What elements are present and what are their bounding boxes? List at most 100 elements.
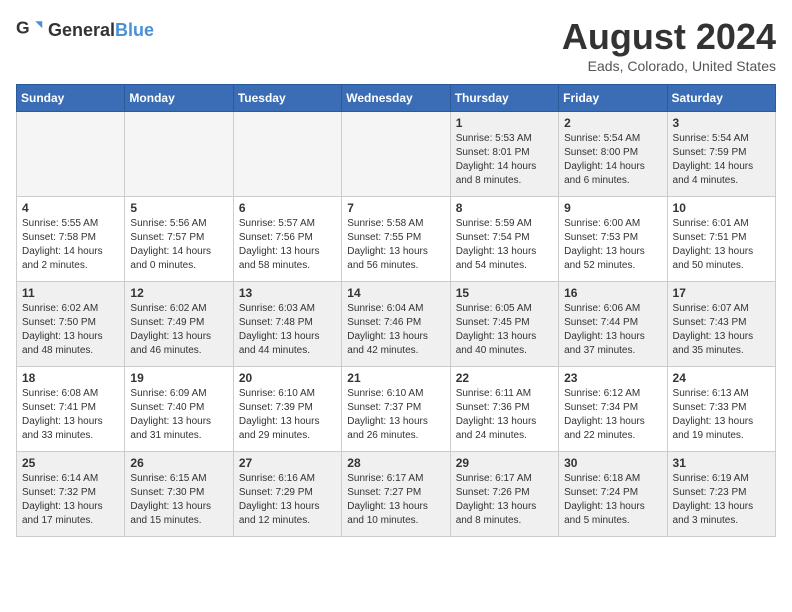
calendar-week-row: 25 Sunrise: 6:14 AM Sunset: 7:32 PM Dayli… <box>17 452 776 537</box>
day-number: 31 <box>673 456 770 470</box>
day-info: Sunrise: 6:12 AM Sunset: 7:34 PM Dayligh… <box>564 387 661 443</box>
day-info: Sunrise: 6:07 AM Sunset: 7:43 PM Dayligh… <box>673 302 770 358</box>
day-number: 16 <box>564 286 661 300</box>
day-info: Sunrise: 6:15 AM Sunset: 7:30 PM Dayligh… <box>130 472 227 528</box>
calendar-cell: 8 Sunrise: 5:59 AM Sunset: 7:54 PM Daylig… <box>450 197 558 282</box>
day-info: Sunrise: 6:16 AM Sunset: 7:29 PM Dayligh… <box>239 472 336 528</box>
day-info: Sunrise: 5:53 AM Sunset: 8:01 PM Dayligh… <box>456 132 553 188</box>
day-number: 25 <box>22 456 119 470</box>
calendar-cell: 17 Sunrise: 6:07 AM Sunset: 7:43 PM Dayli… <box>667 282 775 367</box>
day-info: Sunrise: 6:01 AM Sunset: 7:51 PM Dayligh… <box>673 217 770 273</box>
calendar-cell <box>233 112 341 197</box>
calendar-cell: 28 Sunrise: 6:17 AM Sunset: 7:27 PM Dayli… <box>342 452 450 537</box>
location-title: Eads, Colorado, United States <box>562 58 776 74</box>
day-number: 28 <box>347 456 444 470</box>
calendar-cell: 22 Sunrise: 6:11 AM Sunset: 7:36 PM Dayli… <box>450 367 558 452</box>
day-number: 20 <box>239 371 336 385</box>
day-number: 6 <box>239 201 336 215</box>
day-header-sunday: Sunday <box>17 85 125 112</box>
day-info: Sunrise: 6:10 AM Sunset: 7:39 PM Dayligh… <box>239 387 336 443</box>
calendar-cell: 26 Sunrise: 6:15 AM Sunset: 7:30 PM Dayli… <box>125 452 233 537</box>
day-info: Sunrise: 6:17 AM Sunset: 7:27 PM Dayligh… <box>347 472 444 528</box>
calendar-cell: 1 Sunrise: 5:53 AM Sunset: 8:01 PM Daylig… <box>450 112 558 197</box>
day-header-tuesday: Tuesday <box>233 85 341 112</box>
calendar-cell <box>17 112 125 197</box>
day-info: Sunrise: 6:02 AM Sunset: 7:50 PM Dayligh… <box>22 302 119 358</box>
day-number: 11 <box>22 286 119 300</box>
calendar-cell: 15 Sunrise: 6:05 AM Sunset: 7:45 PM Dayli… <box>450 282 558 367</box>
calendar-week-row: 18Sunrise: 6:08 AM Sunset: 7:41 PM Dayli… <box>17 367 776 452</box>
day-info: Sunrise: 6:17 AM Sunset: 7:26 PM Dayligh… <box>456 472 553 528</box>
day-number: 19 <box>130 371 227 385</box>
day-info: Sunrise: 6:13 AM Sunset: 7:33 PM Dayligh… <box>673 387 770 443</box>
calendar-cell: 21 Sunrise: 6:10 AM Sunset: 7:37 PM Dayli… <box>342 367 450 452</box>
day-number: 10 <box>673 201 770 215</box>
day-header-thursday: Thursday <box>450 85 558 112</box>
day-info: Sunrise: 6:09 AM Sunset: 7:40 PM Dayligh… <box>130 387 227 443</box>
day-number: 15 <box>456 286 553 300</box>
day-info: Sunrise: 5:58 AM Sunset: 7:55 PM Dayligh… <box>347 217 444 273</box>
logo-icon: G <box>16 16 44 44</box>
day-info: Sunrise: 6:14 AM Sunset: 7:32 PM Dayligh… <box>22 472 119 528</box>
day-header-friday: Friday <box>559 85 667 112</box>
day-info: Sunrise: 5:57 AM Sunset: 7:56 PM Dayligh… <box>239 217 336 273</box>
day-info: Sunrise: 6:11 AM Sunset: 7:36 PM Dayligh… <box>456 387 553 443</box>
day-header-monday: Monday <box>125 85 233 112</box>
day-info: Sunrise: 6:18 AM Sunset: 7:24 PM Dayligh… <box>564 472 661 528</box>
calendar-cell: 4 Sunrise: 5:55 AM Sunset: 7:58 PM Daylig… <box>17 197 125 282</box>
calendar-week-row: 1 Sunrise: 5:53 AM Sunset: 8:01 PM Daylig… <box>17 112 776 197</box>
day-number: 26 <box>130 456 227 470</box>
day-number: 30 <box>564 456 661 470</box>
day-info: Sunrise: 6:10 AM Sunset: 7:37 PM Dayligh… <box>347 387 444 443</box>
day-number: 1 <box>456 116 553 130</box>
calendar-cell: 19 Sunrise: 6:09 AM Sunset: 7:40 PM Dayli… <box>125 367 233 452</box>
day-number: 14 <box>347 286 444 300</box>
page-header: G GeneralBlue August 2024 Eads, Colorado… <box>16 16 776 74</box>
day-number: 13 <box>239 286 336 300</box>
calendar-week-row: 11 Sunrise: 6:02 AM Sunset: 7:50 PM Dayli… <box>17 282 776 367</box>
day-info: Sunrise: 6:05 AM Sunset: 7:45 PM Dayligh… <box>456 302 553 358</box>
day-number: 2 <box>564 116 661 130</box>
day-info: Sunrise: 6:03 AM Sunset: 7:48 PM Dayligh… <box>239 302 336 358</box>
day-number: 7 <box>347 201 444 215</box>
calendar-header-row: SundayMondayTuesdayWednesdayThursdayFrid… <box>17 85 776 112</box>
title-area: August 2024 Eads, Colorado, United State… <box>562 16 776 74</box>
calendar-cell: 30 Sunrise: 6:18 AM Sunset: 7:24 PM Dayli… <box>559 452 667 537</box>
calendar-cell: 23Sunrise: 6:12 AM Sunset: 7:34 PM Dayli… <box>559 367 667 452</box>
calendar-cell: 6 Sunrise: 5:57 AM Sunset: 7:56 PM Daylig… <box>233 197 341 282</box>
calendar-cell: 14Sunrise: 6:04 AM Sunset: 7:46 PM Dayli… <box>342 282 450 367</box>
day-info: Sunrise: 6:19 AM Sunset: 7:23 PM Dayligh… <box>673 472 770 528</box>
calendar-cell: 29 Sunrise: 6:17 AM Sunset: 7:26 PM Dayli… <box>450 452 558 537</box>
day-number: 24 <box>673 371 770 385</box>
day-info: Sunrise: 5:55 AM Sunset: 7:58 PM Dayligh… <box>22 217 119 273</box>
calendar-cell: 7 Sunrise: 5:58 AM Sunset: 7:55 PM Daylig… <box>342 197 450 282</box>
day-number: 29 <box>456 456 553 470</box>
calendar-cell: 20 Sunrise: 6:10 AM Sunset: 7:39 PM Dayli… <box>233 367 341 452</box>
calendar-cell: 24 Sunrise: 6:13 AM Sunset: 7:33 PM Dayli… <box>667 367 775 452</box>
day-info: Sunrise: 5:54 AM Sunset: 8:00 PM Dayligh… <box>564 132 661 188</box>
calendar-cell: 25 Sunrise: 6:14 AM Sunset: 7:32 PM Dayli… <box>17 452 125 537</box>
logo: G GeneralBlue <box>16 16 154 44</box>
logo-blue-text: Blue <box>115 20 154 40</box>
calendar-cell: 11 Sunrise: 6:02 AM Sunset: 7:50 PM Dayli… <box>17 282 125 367</box>
day-number: 4 <box>22 201 119 215</box>
day-number: 8 <box>456 201 553 215</box>
day-header-saturday: Saturday <box>667 85 775 112</box>
day-number: 22 <box>456 371 553 385</box>
month-title: August 2024 <box>562 16 776 58</box>
day-info: Sunrise: 6:02 AM Sunset: 7:49 PM Dayligh… <box>130 302 227 358</box>
calendar-cell: 27Sunrise: 6:16 AM Sunset: 7:29 PM Dayli… <box>233 452 341 537</box>
day-info: Sunrise: 5:54 AM Sunset: 7:59 PM Dayligh… <box>673 132 770 188</box>
calendar-cell <box>342 112 450 197</box>
calendar-cell: 10 Sunrise: 6:01 AM Sunset: 7:51 PM Dayli… <box>667 197 775 282</box>
day-number: 18 <box>22 371 119 385</box>
calendar-week-row: 4 Sunrise: 5:55 AM Sunset: 7:58 PM Daylig… <box>17 197 776 282</box>
day-number: 17 <box>673 286 770 300</box>
day-number: 21 <box>347 371 444 385</box>
day-number: 3 <box>673 116 770 130</box>
day-info: Sunrise: 5:56 AM Sunset: 7:57 PM Dayligh… <box>130 217 227 273</box>
calendar-cell: 16 Sunrise: 6:06 AM Sunset: 7:44 PM Dayli… <box>559 282 667 367</box>
calendar-table: SundayMondayTuesdayWednesdayThursdayFrid… <box>16 84 776 537</box>
day-info: Sunrise: 6:06 AM Sunset: 7:44 PM Dayligh… <box>564 302 661 358</box>
day-info: Sunrise: 5:59 AM Sunset: 7:54 PM Dayligh… <box>456 217 553 273</box>
